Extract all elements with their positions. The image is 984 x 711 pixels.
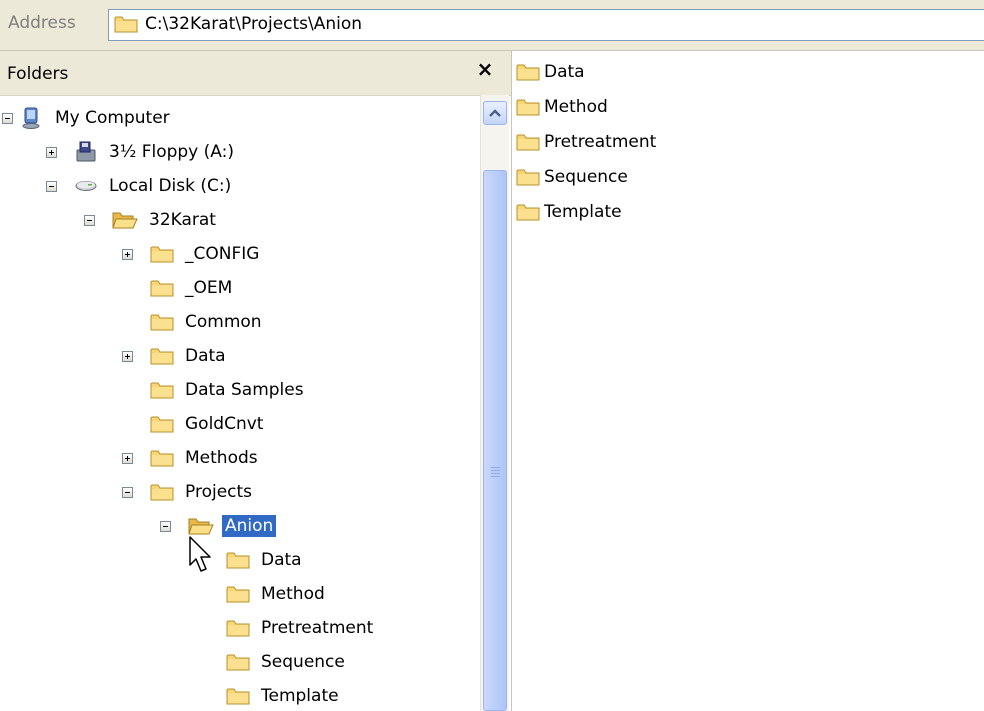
chevron-up-icon <box>489 109 501 117</box>
tree-item-oem[interactable]: _OEM <box>150 273 235 303</box>
scroll-up-button[interactable] <box>483 101 507 125</box>
folder-icon <box>226 652 250 672</box>
content-item-sequence[interactable]: Sequence <box>516 160 628 194</box>
folder-tree: My Computer 3½ Floppy (A:) Local Disk (C:)… <box>0 95 480 711</box>
tree-item-label: GoldCnvt <box>185 414 264 434</box>
content-item-method[interactable]: Method <box>516 90 608 124</box>
collapse-local-disk-c-toggle[interactable] <box>46 181 57 192</box>
tree-item-label: Local Disk (C:) <box>109 176 232 196</box>
tree-item-label: Data <box>185 346 226 366</box>
folder-icon <box>226 618 250 638</box>
expand-data-toggle[interactable] <box>122 351 133 362</box>
address-path: C:\32Karat\Projects\Anion <box>145 14 363 34</box>
folder-icon <box>150 312 174 332</box>
vertical-scrollbar[interactable] <box>480 95 509 711</box>
folders-pane: Folders × My Computer 3½ Floppy (A:) Local… <box>0 51 512 711</box>
folder-icon <box>150 346 174 366</box>
tree-item-label: Data <box>261 550 302 570</box>
tree-item-label: Pretreatment <box>261 618 374 638</box>
tree-item-config[interactable]: _CONFIG <box>150 239 262 269</box>
floppy-icon <box>74 140 98 164</box>
content-item-label: Method <box>544 97 608 117</box>
tree-item-data[interactable]: Data <box>226 545 305 575</box>
tree-item-data-samples[interactable]: Data Samples <box>150 375 307 405</box>
folder-icon <box>150 448 174 468</box>
folder-icon <box>516 167 540 187</box>
content-item-data[interactable]: Data <box>516 55 585 89</box>
tree-item-sequence[interactable]: Sequence <box>226 647 348 677</box>
tree-item-label: _OEM <box>185 278 233 298</box>
content-item-label: Template <box>544 202 622 222</box>
mouse-cursor-icon <box>188 535 214 582</box>
tree-item-label: Anion <box>222 515 277 537</box>
content-item-label: Data <box>544 62 585 82</box>
content-item-label: Sequence <box>544 167 628 187</box>
drive-icon <box>74 174 98 198</box>
open-folder-icon <box>112 209 138 231</box>
tree-item-label: _CONFIG <box>185 244 260 264</box>
expand-config-toggle[interactable] <box>122 249 133 260</box>
content-item-template[interactable]: Template <box>516 195 622 229</box>
tree-item-data[interactable]: Data <box>150 341 229 371</box>
tree-item-pretreatment[interactable]: Pretreatment <box>226 613 376 643</box>
folders-title: Folders <box>7 64 69 84</box>
collapse-anion-toggle[interactable] <box>160 521 171 532</box>
tree-item-common[interactable]: Common <box>150 307 265 337</box>
address-label: Address <box>8 13 76 33</box>
folder-icon <box>150 482 174 502</box>
tree-item-method[interactable]: Method <box>226 579 328 609</box>
tree-item-label: 3½ Floppy (A:) <box>109 142 234 162</box>
collapse-my-computer-toggle[interactable] <box>2 113 13 124</box>
tree-item-template[interactable]: Template <box>226 681 342 711</box>
contents-pane: Data Method Pretreatment Sequence Template <box>512 51 984 711</box>
tree-item-label: My Computer <box>55 108 170 128</box>
content-item-label: Pretreatment <box>544 132 657 152</box>
tree-item-label: Sequence <box>261 652 345 672</box>
folder-icon <box>516 62 540 82</box>
tree-item-label: Template <box>261 686 339 706</box>
expand-methods-toggle[interactable] <box>122 453 133 464</box>
tree-item-32karat[interactable]: 32Karat <box>112 205 219 235</box>
open-folder-icon <box>188 515 214 537</box>
folder-icon <box>114 14 138 39</box>
content-item-pretreatment[interactable]: Pretreatment <box>516 125 656 159</box>
tree-item-local-disk-c[interactable]: Local Disk (C:) <box>74 171 234 201</box>
folder-icon <box>150 380 174 400</box>
folder-icon <box>516 202 540 222</box>
folder-icon <box>226 584 250 604</box>
folder-icon <box>226 550 250 570</box>
tree-item-projects[interactable]: Projects <box>150 477 255 507</box>
computer-icon <box>20 106 44 130</box>
folder-icon <box>150 244 174 264</box>
tree-item-goldcnvt[interactable]: GoldCnvt <box>150 409 266 439</box>
tree-item-label: 32Karat <box>149 210 216 230</box>
tree-item-3-floppy-a[interactable]: 3½ Floppy (A:) <box>74 137 237 167</box>
tree-item-label: Common <box>185 312 262 332</box>
folder-icon <box>516 97 540 117</box>
address-input[interactable]: C:\32Karat\Projects\Anion <box>108 9 984 41</box>
folder-icon <box>150 278 174 298</box>
close-folders-button[interactable]: × <box>474 57 496 81</box>
collapse-projects-toggle[interactable] <box>122 487 133 498</box>
scroll-thumb[interactable] <box>483 170 507 711</box>
folder-icon <box>150 414 174 434</box>
folder-icon <box>516 132 540 152</box>
tree-item-my-computer[interactable]: My Computer <box>20 103 173 133</box>
collapse-32karat-toggle[interactable] <box>84 215 95 226</box>
expand-3-floppy-a-toggle[interactable] <box>46 147 57 158</box>
tree-item-label: Method <box>261 584 325 604</box>
tree-item-label: Methods <box>185 448 258 468</box>
address-bar: Address C:\32Karat\Projects\Anion <box>0 0 984 51</box>
tree-item-methods[interactable]: Methods <box>150 443 261 473</box>
folders-header: Folders × <box>0 51 511 96</box>
folder-icon <box>226 686 250 706</box>
tree-item-label: Projects <box>185 482 253 502</box>
tree-item-label: Data Samples <box>185 380 304 400</box>
